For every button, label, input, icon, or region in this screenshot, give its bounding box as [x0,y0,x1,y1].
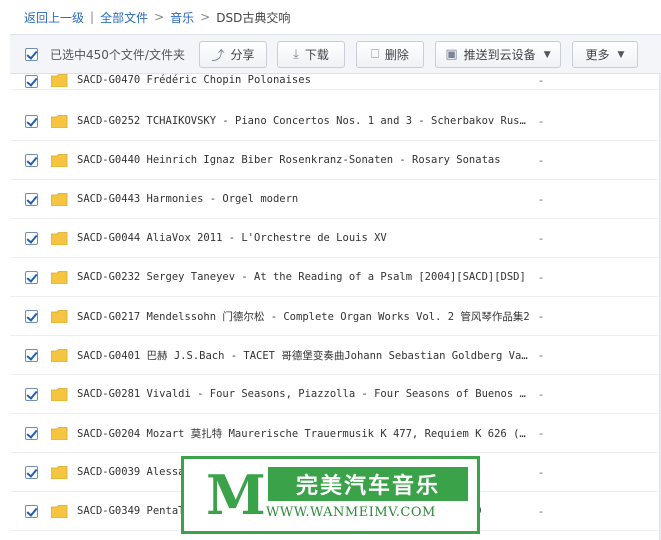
folder-icon [51,465,68,479]
folder-icon [51,348,68,362]
breadcrumb-arrow: > [154,10,165,24]
screen-icon: ▣ [445,47,458,62]
list-item[interactable]: SACD-G0204 Mozart 莫扎特 Maurerische Trauer… [10,414,661,453]
chevron-down-icon: ▼ [617,49,625,60]
folder-icon [51,387,68,401]
file-size: - [539,465,543,479]
toolbar: 已选中450个文件/文件夹 ⤴ 分享 ⤓ 下载 ⎕ 删除 ▣ 推送到云设备 ▼ … [10,34,661,74]
folder-icon [51,114,68,128]
folder-icon [51,153,68,167]
list-item[interactable]: SACD-G0443 Harmonies - Orgel modern - [10,180,661,219]
list-item[interactable]: SACD-G0470 Frédéric Chopin Polonaises - [10,74,661,90]
back-link[interactable]: 返回上一级 [24,9,84,26]
file-size: - [539,426,543,440]
folder-icon [51,426,68,440]
list-item[interactable]: SACD-G0281 Vivaldi - Four Seasons, Piazz… [10,375,661,414]
file-name[interactable]: SACD-G0470 Frédéric Chopin Polonaises [77,74,532,86]
download-label: 下载 [304,48,329,62]
folder-icon [51,192,68,206]
file-size: - [539,309,543,323]
watermark-logo: M [206,463,266,527]
file-size: - [539,231,543,245]
file-size: - [539,270,543,284]
download-icon: ⤓ [293,47,299,62]
file-size: - [539,153,543,167]
download-button[interactable]: ⤓ 下载 [277,41,345,68]
folder-icon [51,231,68,245]
all-files-link[interactable]: 全部文件 [100,9,148,26]
breadcrumb-arrow: > [200,10,211,24]
folder-icon [51,504,68,518]
row-checkbox[interactable] [25,153,38,167]
row-checkbox[interactable] [25,348,38,362]
list-item[interactable]: SACD-G0401 巴赫 J.S.Bach - TACET 哥德堡变奏曲Joh… [10,336,661,375]
file-name[interactable]: SACD-G0443 Harmonies - Orgel modern [77,193,532,205]
delete-label: 删除 [384,48,409,62]
push-cloud-button[interactable]: ▣ 推送到云设备 ▼ [435,41,561,68]
file-size: - [539,114,543,128]
breadcrumb-separator: | [90,10,95,24]
row-checkbox[interactable] [25,114,38,128]
row-checkbox[interactable] [25,75,38,88]
file-name[interactable]: SACD-G0440 Heinrich Ignaz Biber Rosenkra… [77,154,532,166]
row-checkbox[interactable] [25,270,38,284]
more-button[interactable]: 更多 ▼ [572,41,638,68]
row-checkbox[interactable] [25,231,38,245]
row-checkbox[interactable] [25,309,38,323]
row-checkbox[interactable] [25,465,38,479]
list-item[interactable]: SACD-G0440 Heinrich Ignaz Biber Rosenkra… [10,141,661,180]
watermark-title: 完美汽车音乐 [268,467,468,501]
share-label: 分享 [230,48,255,62]
list-item[interactable]: SACD-G0044 AliaVox 2011 - L'Orchestre de… [10,219,661,258]
breadcrumb: 返回上一级 | 全部文件 > 音乐 > DSD古典交响 [0,0,661,34]
row-checkbox[interactable] [25,387,38,401]
select-all-checkbox[interactable] [25,47,38,61]
selection-count: 已选中450个文件/文件夹 [50,47,185,62]
file-size: - [539,74,543,87]
trash-icon: ⎕ [371,47,379,62]
list-item[interactable]: SACD-G0232 Sergey Taneyev - At the Readi… [10,258,661,297]
chevron-down-icon: ▼ [543,49,551,60]
delete-button[interactable]: ⎕ 删除 [356,41,424,68]
file-name[interactable]: SACD-G0401 巴赫 J.S.Bach - TACET 哥德堡变奏曲Joh… [77,348,532,363]
file-name[interactable]: SACD-G0044 AliaVox 2011 - L'Orchestre de… [77,232,532,244]
file-size: - [539,387,543,401]
music-link[interactable]: 音乐 [170,9,194,26]
push-cloud-label: 推送到云设备 [463,48,536,62]
file-name[interactable]: SACD-G0252 TCHAIKOVSKY - Piano Concertos… [77,115,532,127]
file-size: - [539,504,543,518]
file-name[interactable]: SACD-G0232 Sergey Taneyev - At the Readi… [77,271,532,283]
row-checkbox[interactable] [25,504,38,518]
folder-icon [51,74,68,87]
share-icon: ⤴ [211,49,225,64]
file-name[interactable]: SACD-G0217 Mendelssohn 门德尔松 - Complete O… [77,309,532,324]
folder-icon [51,309,68,323]
share-button[interactable]: ⤴ 分享 [199,41,267,68]
watermark-url: WWW.WANMEIMV.COM [266,505,436,520]
file-size: - [539,192,543,206]
row-checkbox[interactable] [25,192,38,206]
watermark: M 完美汽车音乐 WWW.WANMEIMV.COM [181,456,480,534]
list-item[interactable]: SACD-G0252 TCHAIKOVSKY - Piano Concertos… [10,102,661,141]
more-label: 更多 [585,48,610,62]
file-size: - [539,348,543,362]
row-checkbox[interactable] [25,426,38,440]
list-item[interactable]: SACD-G0217 Mendelssohn 门德尔松 - Complete O… [10,297,661,336]
folder-icon [51,270,68,284]
file-name[interactable]: SACD-G0281 Vivaldi - Four Seasons, Piazz… [77,388,532,400]
file-name[interactable]: SACD-G0204 Mozart 莫扎特 Maurerische Trauer… [77,426,532,441]
current-folder: DSD古典交响 [216,10,291,25]
